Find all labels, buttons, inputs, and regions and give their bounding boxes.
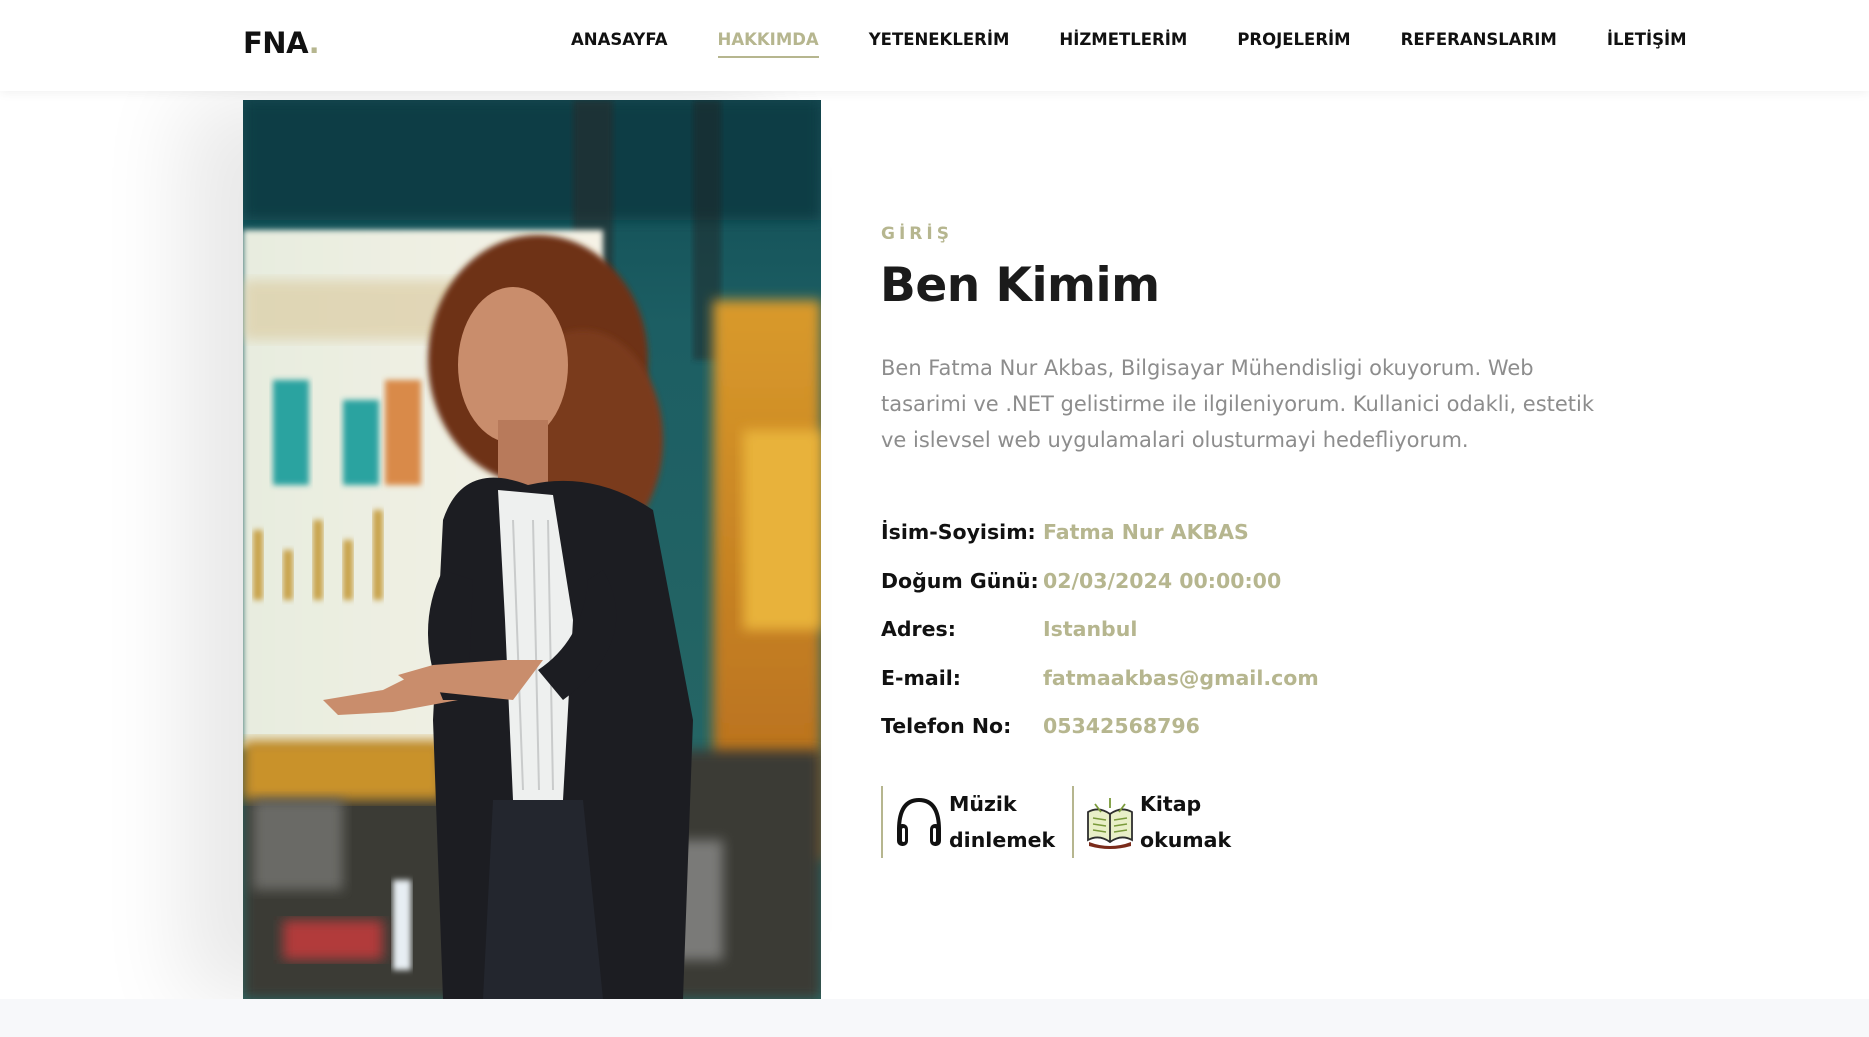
info-value: 05342568796 — [1043, 714, 1200, 739]
page: FNA. ANASAYFA HAKKIMDA YETENEKLERİM HİZM… — [0, 0, 1869, 1037]
info-value: Fatma Nur AKBAS — [1043, 520, 1249, 545]
hobby-label: Kitap okumak — [1140, 786, 1240, 858]
hobby-label-line2: okumak — [1140, 828, 1232, 852]
site-header: FNA. ANASAYFA HAKKIMDA YETENEKLERİM HİZM… — [0, 0, 1869, 91]
book-icon — [1087, 798, 1133, 849]
info-row-birthday: Doğum Günü: 02/03/2024 00:00:00 — [881, 557, 1319, 606]
info-key: E-mail: — [881, 665, 961, 690]
hobby-label-line1: Müzik — [949, 792, 1017, 816]
section-label: GİRİŞ — [881, 224, 953, 244]
bio-text: Ben Fatma Nur Akbas, Bilgisayar Mühendis… — [881, 356, 1595, 452]
headphones-icon — [897, 797, 941, 846]
hobby-label-line1: Kitap — [1140, 792, 1202, 816]
info-key: Telefon No: — [881, 714, 1012, 739]
nav-item-referanslarim[interactable]: REFERANSLARIM — [1401, 30, 1557, 58]
info-key: İsim-Soyisim: — [881, 520, 1036, 545]
hobby-item-music: Müzik dinlemek — [881, 786, 1072, 858]
nav-item-hakkimda[interactable]: HAKKIMDA — [717, 30, 819, 58]
nav-item-yeteneklerim[interactable]: YETENEKLERİM — [869, 30, 1010, 58]
main-nav: ANASAYFA HAKKIMDA YETENEKLERİM HİZMETLER… — [571, 30, 1687, 58]
info-key: Adres: — [881, 617, 956, 642]
info-value: fatmaakbas@gmail.com — [1043, 665, 1319, 690]
info-row-name: İsim-Soyisim: Fatma Nur AKBAS — [881, 508, 1319, 557]
nav-item-iletisim[interactable]: İLETİŞİM — [1607, 30, 1687, 58]
info-value: 02/03/2024 00:00:00 — [1043, 568, 1282, 593]
info-row-address: Adres: Istanbul — [881, 605, 1319, 654]
footer-strip — [0, 999, 1869, 1037]
hobby-item-reading: Kitap okumak — [1072, 786, 1263, 858]
profile-photo — [243, 100, 821, 999]
info-row-email: E-mail: fatmaakbas@gmail.com — [881, 654, 1319, 703]
nav-item-anasayfa[interactable]: ANASAYFA — [571, 30, 668, 58]
page-title: Ben Kimim — [880, 258, 1160, 313]
brand-logo[interactable]: FNA. — [243, 26, 320, 60]
nav-item-projelerim[interactable]: PROJELERİM — [1237, 30, 1350, 58]
nav-item-hizmetlerim[interactable]: HİZMETLERİM — [1059, 30, 1187, 58]
hobbies-list: Müzik dinlemek Kitap okumak — [881, 786, 1263, 858]
brand-name: FNA — [243, 26, 309, 60]
hobby-label: Müzik dinlemek — [949, 786, 1056, 858]
brand-dot: . — [308, 26, 320, 60]
personal-info-list: İsim-Soyisim: Fatma Nur AKBAS Doğum Günü… — [881, 508, 1319, 751]
hobby-label-line2: dinlemek — [949, 828, 1056, 852]
info-row-phone: Telefon No: 05342568796 — [881, 702, 1319, 751]
info-value: Istanbul — [1043, 617, 1138, 642]
info-key: Doğum Günü: — [881, 568, 1039, 593]
